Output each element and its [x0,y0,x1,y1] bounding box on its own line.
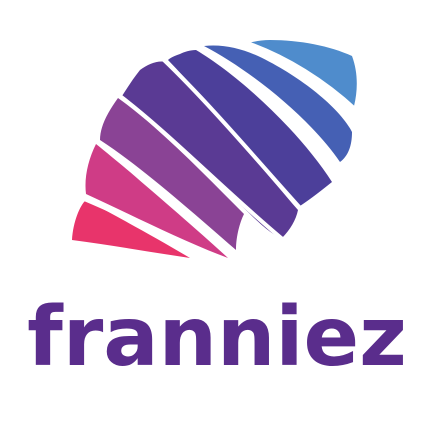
wordmark-text: franniez [27,290,407,385]
wordmark: franniez [27,290,407,385]
